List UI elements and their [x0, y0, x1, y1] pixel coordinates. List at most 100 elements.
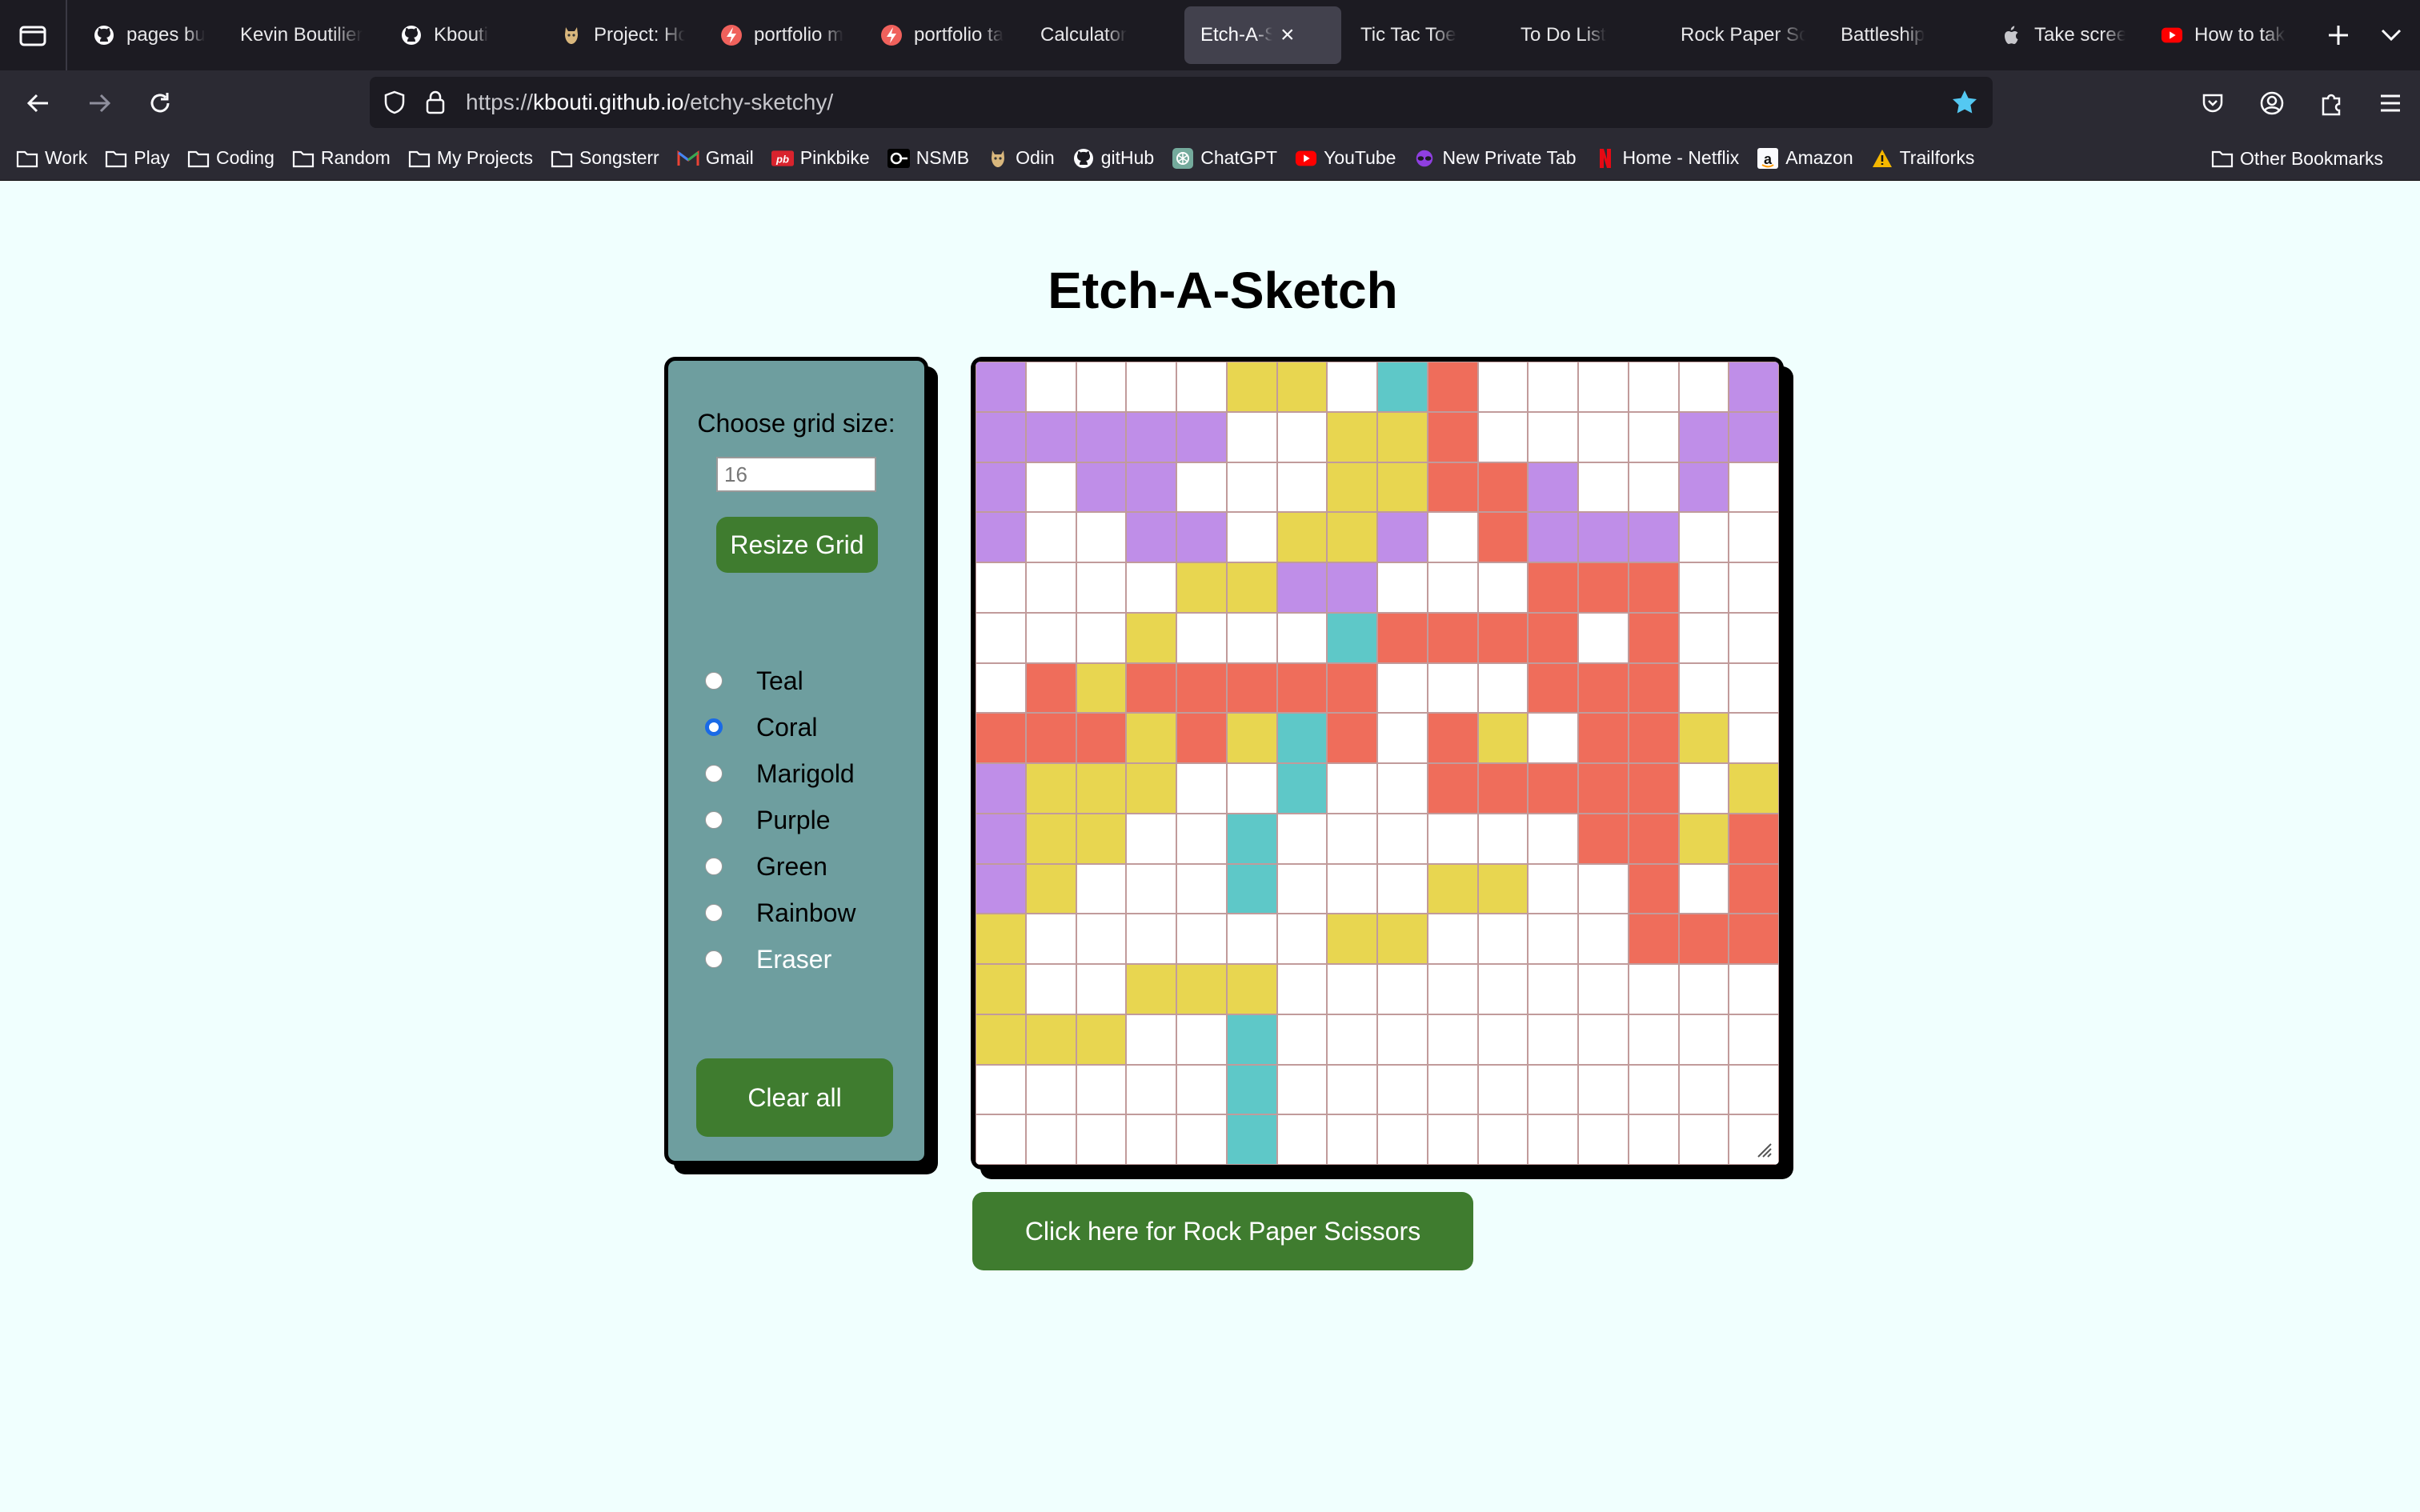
grid-cell[interactable]: [1578, 662, 1629, 714]
grid-cell[interactable]: [1578, 713, 1629, 763]
grid-cell[interactable]: [1578, 462, 1629, 513]
grid-cell[interactable]: [1528, 914, 1578, 964]
grid-cell[interactable]: [1427, 964, 1478, 1014]
grid-cell[interactable]: [1528, 813, 1578, 864]
bookmark-item[interactable]: Play: [105, 147, 170, 169]
grid-cell[interactable]: [1126, 1014, 1176, 1065]
grid-cell[interactable]: [1276, 662, 1328, 714]
grid-cell[interactable]: [1025, 1064, 1076, 1115]
grid-cell[interactable]: [1528, 1014, 1578, 1065]
grid-cell[interactable]: [976, 1064, 1026, 1115]
grid-cell[interactable]: [1176, 612, 1227, 663]
bookmark-item[interactable]: Coding: [187, 147, 274, 169]
grid-cell[interactable]: [1276, 1014, 1328, 1065]
grid-cell[interactable]: [976, 662, 1026, 714]
grid-cell[interactable]: [1427, 813, 1478, 864]
grid-cell[interactable]: [1176, 1114, 1227, 1165]
grid-cell[interactable]: [976, 562, 1026, 613]
grid-cell[interactable]: [1729, 914, 1779, 964]
grid-cell[interactable]: [1528, 462, 1578, 513]
account-button[interactable]: [2242, 70, 2302, 136]
grid-cell[interactable]: [1226, 662, 1277, 714]
browser-tab[interactable]: Kbouti: [384, 6, 541, 64]
grid-cell[interactable]: [1126, 813, 1176, 864]
browser-tab[interactable]: Project: Ho: [544, 6, 701, 64]
browser-tab[interactable]: Calculator: [1024, 6, 1181, 64]
grid-cell[interactable]: [1427, 411, 1478, 462]
grid-cell[interactable]: [1226, 612, 1277, 663]
grid-cell[interactable]: [1025, 562, 1076, 613]
grid-cell[interactable]: [1176, 1014, 1227, 1065]
grid-cell[interactable]: [1729, 1064, 1779, 1115]
bookmark-item[interactable]: gitHub: [1072, 147, 1154, 169]
browser-tab[interactable]: pages buil: [77, 6, 221, 64]
grid-cell[interactable]: [1025, 763, 1076, 814]
grid-cell[interactable]: [1076, 1114, 1127, 1165]
grid-cell[interactable]: [1076, 713, 1127, 763]
grid-cell[interactable]: [1076, 763, 1127, 814]
address-bar[interactable]: https://kbouti.github.io/etchy-sketchy/: [370, 77, 1993, 128]
grid-cell[interactable]: [1377, 612, 1428, 663]
grid-cell[interactable]: [1427, 1014, 1478, 1065]
shield-icon[interactable]: [383, 90, 407, 115]
grid-cell[interactable]: [1477, 462, 1529, 513]
grid-cell[interactable]: [1628, 411, 1679, 462]
bookmark-item[interactable]: Odin: [987, 147, 1055, 169]
grid-cell[interactable]: [1729, 512, 1779, 562]
grid-cell[interactable]: [1126, 562, 1176, 613]
back-button[interactable]: [14, 79, 62, 127]
resize-handle-icon[interactable]: [1752, 1138, 1773, 1158]
grid-cell[interactable]: [1678, 411, 1729, 462]
app-menu-button[interactable]: [2361, 70, 2420, 136]
grid-cell[interactable]: [1628, 462, 1679, 513]
grid-cell[interactable]: [1276, 863, 1328, 914]
grid-cell[interactable]: [1276, 813, 1328, 864]
grid-cell[interactable]: [1578, 512, 1629, 562]
resize-grid-button[interactable]: Resize Grid: [716, 517, 878, 573]
browser-tab[interactable]: Rock Paper Sc: [1665, 6, 1821, 64]
grid-cell[interactable]: [1126, 411, 1176, 462]
grid-cell[interactable]: [1076, 462, 1127, 513]
color-option-purple[interactable]: Purple: [705, 800, 831, 840]
grid-cell[interactable]: [1327, 914, 1377, 964]
grid-cell[interactable]: [1628, 964, 1679, 1014]
grid-cell[interactable]: [976, 813, 1026, 864]
grid-cell[interactable]: [1025, 713, 1076, 763]
extensions-button[interactable]: [2302, 70, 2361, 136]
grid-cell[interactable]: [1377, 662, 1428, 714]
grid-cell[interactable]: [1427, 713, 1478, 763]
grid-cell[interactable]: [1176, 763, 1227, 814]
bookmark-item[interactable]: a Amazon: [1757, 147, 1853, 169]
grid-cell[interactable]: [1276, 1064, 1328, 1115]
grid-cell[interactable]: [1528, 362, 1578, 412]
grid-cell[interactable]: [1528, 713, 1578, 763]
grid-cell[interactable]: [1477, 763, 1529, 814]
grid-cell[interactable]: [1327, 512, 1377, 562]
radio-button[interactable]: [705, 672, 723, 690]
grid-cell[interactable]: [976, 362, 1026, 412]
color-option-marigold[interactable]: Marigold: [705, 754, 855, 794]
grid-cell[interactable]: [1226, 362, 1277, 412]
grid-cell[interactable]: [1578, 1064, 1629, 1115]
grid-cell[interactable]: [976, 1014, 1026, 1065]
grid-cell[interactable]: [1628, 562, 1679, 613]
grid-cell[interactable]: [1126, 964, 1176, 1014]
grid-cell[interactable]: [1578, 562, 1629, 613]
grid-cell[interactable]: [1678, 813, 1729, 864]
grid-cell[interactable]: [1226, 914, 1277, 964]
browser-tab[interactable]: To Do List: [1504, 6, 1661, 64]
bookmark-item[interactable]: ChatGPT: [1172, 147, 1277, 169]
grid-cell[interactable]: [1528, 411, 1578, 462]
grid-cell[interactable]: [1477, 411, 1529, 462]
grid-cell[interactable]: [1628, 713, 1679, 763]
grid-cell[interactable]: [1276, 713, 1328, 763]
grid-cell[interactable]: [1729, 662, 1779, 714]
grid-cell[interactable]: [1377, 914, 1428, 964]
grid-cell[interactable]: [1076, 1014, 1127, 1065]
grid-cell[interactable]: [1327, 362, 1377, 412]
grid-cell[interactable]: [1076, 612, 1127, 663]
grid-cell[interactable]: [976, 713, 1026, 763]
grid-cell[interactable]: [1377, 713, 1428, 763]
grid-cell[interactable]: [1578, 1114, 1629, 1165]
grid-cell[interactable]: [1276, 462, 1328, 513]
